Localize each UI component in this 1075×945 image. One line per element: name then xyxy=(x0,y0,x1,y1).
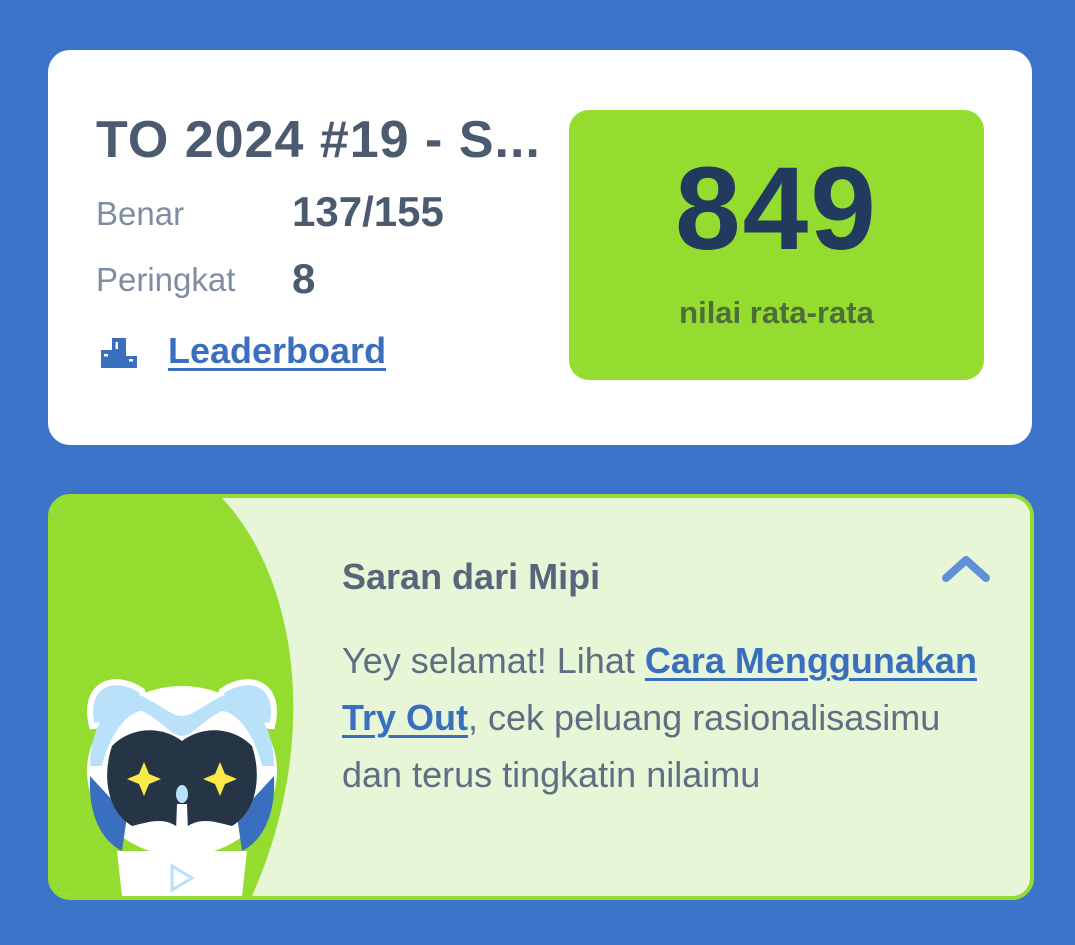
chevron-up-icon[interactable] xyxy=(940,550,992,586)
correct-value: 137/155 xyxy=(292,188,444,235)
average-score-box: 849 nilai rata-rata xyxy=(569,110,984,380)
leaderboard-label: Leaderboard xyxy=(168,330,387,371)
leaderboard-link[interactable]: Leaderboard xyxy=(100,330,386,372)
average-score-value: 849 xyxy=(675,143,878,275)
podium-icon xyxy=(101,338,137,368)
advice-card: Saran dari Mipi Yey selamat! Lihat Cara … xyxy=(48,494,1034,900)
advice-text-intro: Yey selamat! Lihat xyxy=(342,640,645,681)
tryout-title: TO 2024 #19 - S... xyxy=(96,111,541,169)
rank-value: 8 xyxy=(292,255,316,302)
advice-text: Yey selamat! Lihat Cara Menggunakan Try … xyxy=(342,632,1002,803)
mipi-robot-mascot-icon xyxy=(87,679,277,896)
result-card: TO 2024 #19 - S... Benar 137/155 Peringk… xyxy=(48,50,1032,445)
average-score-caption: nilai rata-rata xyxy=(679,295,874,330)
advice-title: Saran dari Mipi xyxy=(342,556,601,597)
correct-label: Benar xyxy=(96,195,185,232)
rank-label: Peringkat xyxy=(96,261,236,298)
